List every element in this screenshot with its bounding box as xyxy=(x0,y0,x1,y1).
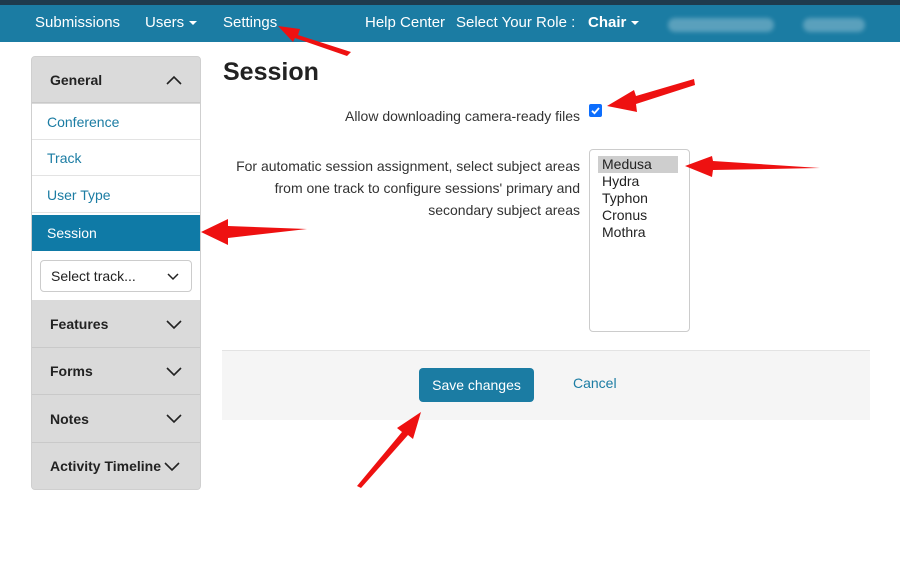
cancel-link[interactable]: Cancel xyxy=(573,375,617,391)
accordion-features[interactable]: Features xyxy=(32,301,200,348)
role-label: Select Your Role : xyxy=(456,14,576,31)
camera-ready-checkbox[interactable] xyxy=(589,104,602,117)
caret-down-icon xyxy=(631,21,640,26)
redacted-account-menu[interactable] xyxy=(803,18,865,32)
sidebar-item-conference[interactable]: Conference xyxy=(32,104,200,140)
accordion-label: Forms xyxy=(50,363,93,379)
nav-help-center[interactable]: Help Center xyxy=(365,5,445,42)
subject-option-medusa[interactable]: Medusa xyxy=(598,156,678,173)
save-changes-button[interactable]: Save changes xyxy=(419,368,534,402)
settings-sidebar: General Conference Track User Type Sessi… xyxy=(31,56,201,490)
track-select-value: Select track... xyxy=(51,268,136,284)
chevron-down-icon xyxy=(164,462,180,472)
caret-down-icon xyxy=(189,21,198,26)
subject-option-hydra[interactable]: Hydra xyxy=(598,173,678,190)
sidebar-item-user-type[interactable]: User Type xyxy=(32,177,200,213)
form-footer xyxy=(222,350,870,420)
annotation-arrow-checkbox xyxy=(607,79,695,112)
checkmark-icon xyxy=(591,107,600,115)
track-select[interactable]: Select track... xyxy=(40,260,192,292)
chevron-down-icon xyxy=(166,320,182,330)
chevron-down-icon xyxy=(166,414,182,424)
top-navbar: Submissions Users Settings Help Center S… xyxy=(0,5,900,42)
subject-option-mothra[interactable]: Mothra xyxy=(598,224,678,241)
accordion-label: Features xyxy=(50,316,109,332)
chevron-down-icon xyxy=(167,273,179,281)
help-line: from one track to configure sessions' pr… xyxy=(274,180,580,196)
nav-submissions[interactable]: Submissions xyxy=(35,5,120,42)
accordion-activity-timeline[interactable]: Activity Timeline xyxy=(32,443,200,489)
page-title: Session xyxy=(223,58,319,86)
general-submenu: Conference Track User Type Session Selec… xyxy=(32,104,200,300)
help-line: For automatic session assignment, select… xyxy=(236,158,580,174)
annotation-arrow-session xyxy=(201,219,307,245)
accordion-label: General xyxy=(50,72,103,88)
accordion-general[interactable]: General xyxy=(32,57,200,103)
role-value: Chair xyxy=(588,14,627,31)
nav-settings[interactable]: Settings xyxy=(223,5,277,42)
redacted-user-menu[interactable] xyxy=(668,18,774,32)
subject-option-typhon[interactable]: Typhon xyxy=(598,190,678,207)
chevron-down-icon xyxy=(166,367,182,377)
accordion-notes[interactable]: Notes xyxy=(32,395,200,443)
nav-users[interactable]: Users xyxy=(145,5,198,42)
sidebar-item-track[interactable]: Track xyxy=(32,140,200,176)
camera-ready-label: Allow downloading camera-ready files xyxy=(344,108,580,124)
subject-option-cronus[interactable]: Cronus xyxy=(598,207,678,224)
subject-areas-listbox[interactable]: Medusa Hydra Typhon Cronus Mothra xyxy=(589,149,690,332)
accordion-label: Activity Timeline xyxy=(50,458,162,474)
accordion-forms[interactable]: Forms xyxy=(32,348,200,395)
sidebar-item-session[interactable]: Session xyxy=(32,215,200,251)
accordion-label: Notes xyxy=(50,411,89,427)
annotation-arrow-save xyxy=(357,412,421,488)
nav-users-label: Users xyxy=(145,14,185,31)
chevron-up-icon xyxy=(166,75,182,85)
help-line: secondary subject areas xyxy=(428,202,580,218)
subject-areas-help: For automatic session assignment, select… xyxy=(236,155,580,221)
role-select[interactable]: Chair xyxy=(588,5,640,42)
annotation-arrow-medusa xyxy=(685,156,820,177)
